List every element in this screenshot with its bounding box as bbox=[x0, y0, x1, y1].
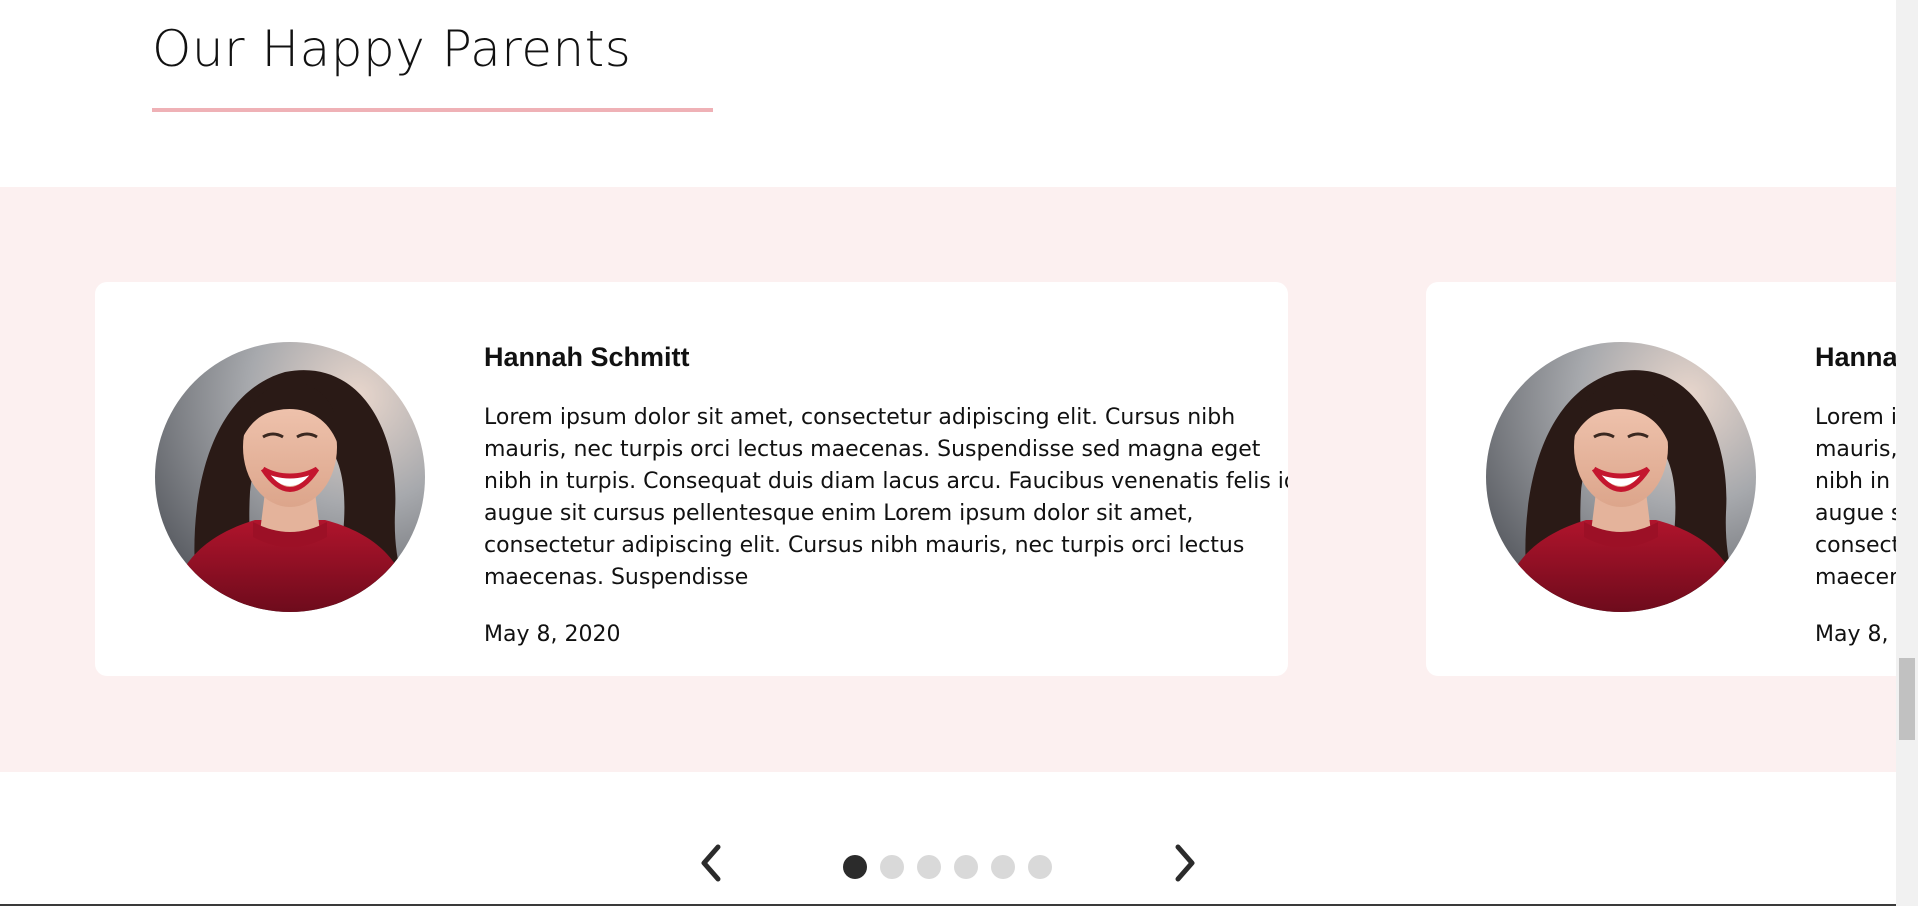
avatar bbox=[1486, 342, 1756, 612]
testimonial-name: Hannah Schmitt bbox=[1815, 342, 1896, 372]
section-title: Our Happy Parents bbox=[152, 20, 632, 78]
testimonial-text-line: nibh in turpis. Consequat duis diam lacu… bbox=[1815, 469, 1896, 494]
page: Our Happy Parents Hannah Schmitt Lorem i… bbox=[0, 0, 1918, 906]
carousel-dot[interactable] bbox=[954, 855, 978, 879]
carousel-dot[interactable] bbox=[991, 855, 1015, 879]
scrollbar-thumb[interactable] bbox=[1899, 658, 1915, 740]
carousel-dot[interactable] bbox=[1028, 855, 1052, 879]
vertical-scrollbar[interactable] bbox=[1896, 0, 1918, 906]
testimonial-text-line: mauris, nec turpis orci lectus maecenas.… bbox=[1815, 437, 1896, 462]
testimonial-text-line: mauris, nec turpis orci lectus maecenas.… bbox=[484, 437, 1261, 462]
testimonial-text-line: consectetur adipiscing elit. Cursus nibh… bbox=[1815, 533, 1896, 558]
carousel-prev-button[interactable] bbox=[686, 838, 736, 888]
testimonial-text-line: Lorem ipsum dolor sit amet, consectetur … bbox=[1815, 405, 1896, 430]
avatar bbox=[155, 342, 425, 612]
chevron-left-icon bbox=[701, 844, 721, 882]
testimonial-date: May 8, 2020 bbox=[1815, 622, 1896, 647]
testimonial-text-line: Lorem ipsum dolor sit amet, consectetur … bbox=[484, 405, 1236, 430]
testimonial-text-line: nibh in turpis. Consequat duis diam lacu… bbox=[484, 469, 1288, 494]
testimonial-text-line: maecenas. Suspendisse bbox=[1815, 565, 1896, 590]
testimonials-band: Hannah Schmitt Lorem ipsum dolor sit ame… bbox=[0, 187, 1896, 772]
carousel-dot[interactable] bbox=[843, 855, 867, 879]
carousel-next-button[interactable] bbox=[1160, 838, 1210, 888]
testimonial-text-line: maecenas. Suspendisse bbox=[484, 565, 749, 590]
carousel-dot[interactable] bbox=[917, 855, 941, 879]
chevron-right-icon bbox=[1175, 844, 1195, 882]
testimonial-text-line: augue sit cursus pellentesque enim Lorem… bbox=[484, 501, 1194, 526]
carousel-dot[interactable] bbox=[880, 855, 904, 879]
title-underline bbox=[152, 108, 713, 112]
carousel-dots bbox=[843, 855, 1052, 879]
testimonial-text-line: augue sit cursus pellentesque enim Lorem… bbox=[1815, 501, 1896, 526]
testimonial-card: Hannah Schmitt Lorem ipsum dolor sit ame… bbox=[1426, 282, 1896, 676]
avatar-photo bbox=[155, 342, 425, 612]
testimonial-text-line: consectetur adipiscing elit. Cursus nibh… bbox=[484, 533, 1245, 558]
testimonial-card: Hannah Schmitt Lorem ipsum dolor sit ame… bbox=[95, 282, 1288, 676]
testimonial-text: Lorem ipsum dolor sit amet, consectetur … bbox=[1815, 402, 1896, 594]
avatar-photo bbox=[1486, 342, 1756, 612]
testimonial-text: Lorem ipsum dolor sit amet, consectetur … bbox=[484, 402, 1288, 594]
testimonial-date: May 8, 2020 bbox=[484, 622, 621, 647]
testimonial-name: Hannah Schmitt bbox=[484, 342, 690, 372]
